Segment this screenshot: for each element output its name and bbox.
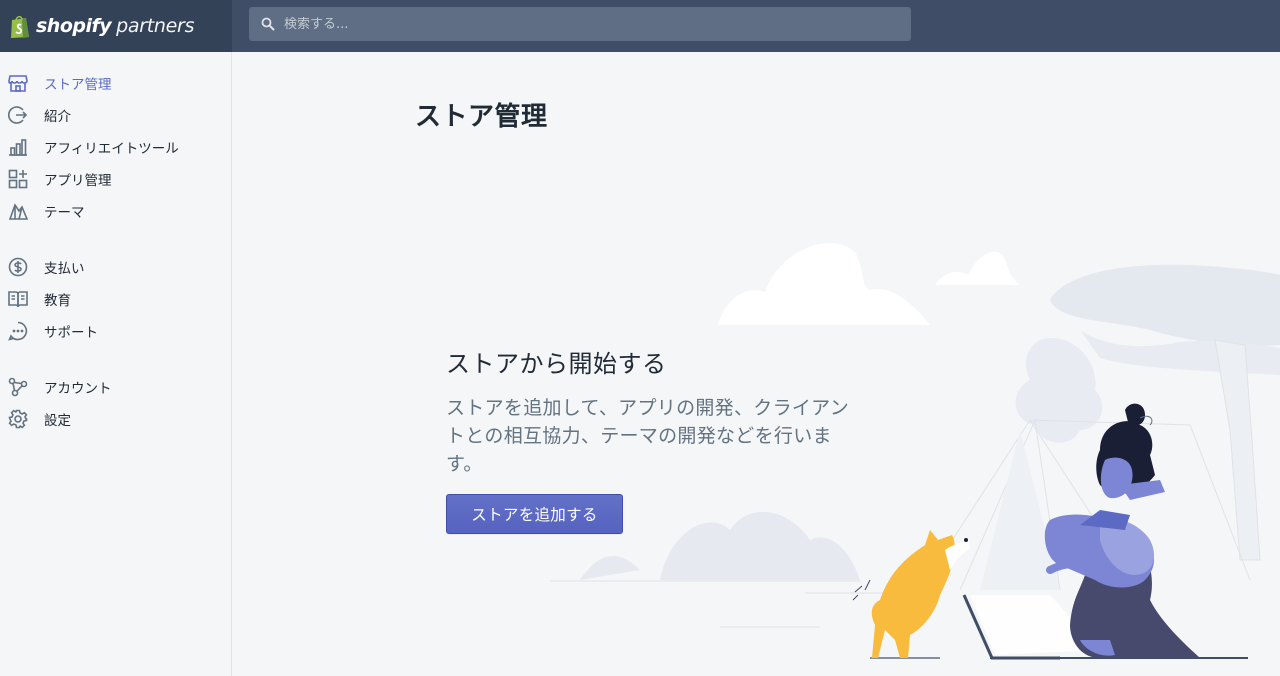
sidebar-item-support[interactable]: サポート <box>0 315 231 347</box>
sidebar-item-settings[interactable]: 設定 <box>0 403 231 435</box>
empty-state-description: ストアを追加して、アプリの開発、クライアントとの相互協力、テーマの開発などを行い… <box>446 397 850 475</box>
sidebar-item-label: 設定 <box>44 413 71 429</box>
sidebar-item-payouts[interactable]: 支払い <box>0 251 231 283</box>
search-icon <box>261 17 275 31</box>
referral-icon <box>8 106 28 124</box>
sidebar-item-account[interactable]: アカウント <box>0 371 231 403</box>
brand-suffix: partners <box>116 15 195 37</box>
add-store-button[interactable]: ストアを追加する <box>446 494 623 534</box>
sidebar-item-label: サポート <box>44 325 98 341</box>
sidebar: ストア管理 紹介 アフィリエイトツール アプリ管理 テーマ 支払い 教育 サポー… <box>0 52 232 676</box>
sidebar-item-label: アプリ管理 <box>44 173 112 189</box>
sidebar-item-label: 支払い <box>44 261 85 277</box>
top-bar: shopify partners <box>0 0 1280 52</box>
sidebar-item-label: アカウント <box>44 381 112 397</box>
sidebar-item-themes[interactable]: テーマ <box>0 195 231 227</box>
search-bar[interactable] <box>249 7 911 41</box>
sidebar-item-label: 紹介 <box>44 109 71 125</box>
brand-name: shopify <box>36 15 112 37</box>
sidebar-item-label: ストア管理 <box>44 77 112 93</box>
dollar-icon <box>8 257 28 277</box>
theme-icon <box>8 203 28 220</box>
chart-bar-icon <box>9 139 27 156</box>
store-icon <box>8 75 28 92</box>
account-icon <box>8 377 28 397</box>
search-input[interactable] <box>284 16 884 32</box>
apps-icon <box>8 169 28 189</box>
sidebar-item-stores[interactable]: ストア管理 <box>0 67 231 99</box>
sidebar-item-label: テーマ <box>44 205 85 221</box>
gear-icon <box>8 409 28 429</box>
empty-state-heading: ストアから開始する <box>446 350 667 378</box>
sidebar-item-referrals[interactable]: 紹介 <box>0 99 231 131</box>
book-icon <box>8 291 28 308</box>
chat-icon <box>8 321 28 341</box>
shopify-bag-icon <box>11 15 29 38</box>
sidebar-item-affiliate-tools[interactable]: アフィリエイトツール <box>0 131 231 163</box>
brand-logo[interactable]: shopify partners <box>0 0 232 52</box>
sidebar-item-label: アフィリエイトツール <box>44 141 179 157</box>
sidebar-item-apps[interactable]: アプリ管理 <box>0 163 231 195</box>
sidebar-item-education[interactable]: 教育 <box>0 283 231 315</box>
sidebar-item-label: 教育 <box>44 293 71 309</box>
page-title: ストア管理 <box>415 102 548 132</box>
